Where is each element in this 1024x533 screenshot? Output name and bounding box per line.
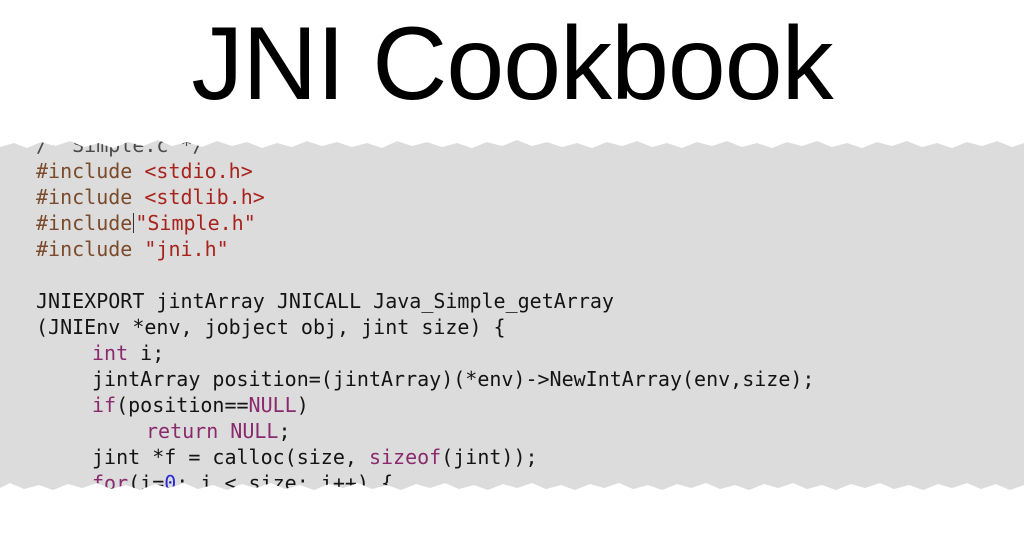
code-line-partial: for(i=0; i < size; i++) { (92, 471, 394, 495)
code-line: #include <stdlib.h> (36, 185, 265, 209)
code-line: JNIEXPORT jintArray JNICALL Java_Simple_… (36, 289, 614, 313)
code-line-partial: /* Simple.c */ (36, 133, 205, 157)
code-line: if(position==NULL) (92, 393, 309, 417)
code-line: (JNIEnv *env, jobject obj, jint size) { (36, 315, 506, 339)
code-line: return NULL; (146, 419, 291, 443)
code-line: int i; (92, 341, 165, 365)
code-line: jintArray position=(jintArray)(*env)->Ne… (92, 367, 815, 391)
code-line: #include <stdio.h> (36, 159, 253, 183)
code-line: jint *f = calloc(size, sizeof(jint)); (92, 445, 538, 469)
code-line: #include "jni.h" (36, 237, 229, 261)
code-line: #include "Simple.h" (36, 211, 256, 235)
code-snippet: /* Simple.c */ #include <stdio.h> #inclu… (0, 128, 1024, 500)
page-title: JNI Cookbook (191, 6, 833, 122)
code-listing: /* Simple.c */ #include <stdio.h> #inclu… (36, 128, 1016, 500)
